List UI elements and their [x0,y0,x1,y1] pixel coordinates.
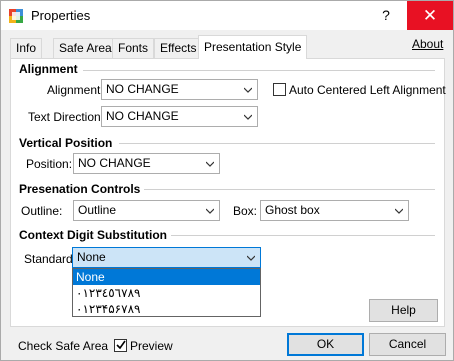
chevron-down-icon [395,208,403,214]
text-direction-label: Text Direction: [28,110,105,124]
vertical-position-divider [119,143,435,144]
text-direction-select[interactable]: NO CHANGE [101,106,258,127]
preview-label: Preview [130,339,173,353]
standard-dropdown-list: None ٠١٢٣٤٥٦٧٨٩ ۰۱۲۳۴۵۶۷۸۹ [72,268,261,317]
close-icon: ✕ [422,6,438,25]
alignment-value: NO CHANGE [106,82,179,96]
position-label: Position: [26,157,73,171]
chevron-down-icon [206,161,214,167]
checkmark-icon [116,340,126,350]
outline-value: Outline [78,203,117,217]
ok-button[interactable]: OK [287,333,364,356]
auto-center-label: Auto Centered Left Alignment [289,83,446,97]
tab-safe-area[interactable]: Safe Area [53,38,118,58]
help-title-button[interactable]: ? [373,4,399,26]
alignment-heading: Alignment [19,62,78,76]
tab-presentation-style[interactable]: Presentation Style [198,35,308,59]
alignment-label: Alignment: [47,83,104,97]
about-link[interactable]: About [412,37,443,51]
text-direction-value: NO CHANGE [106,109,179,123]
box-label: Box: [233,204,258,218]
standard-value: None [77,250,106,264]
outline-label: Outline: [21,204,63,218]
dropdown-option-none[interactable]: None [73,269,260,285]
help-button[interactable]: Help [369,299,438,322]
position-value: NO CHANGE [78,156,151,170]
chevron-down-icon [244,114,252,120]
box-select[interactable]: Ghost box [260,200,409,221]
title-bar: Properties ? ✕ [1,1,453,30]
check-safe-area-label[interactable]: Check Safe Area [18,339,108,353]
dropdown-option-arabic-indic-digits[interactable]: ٠١٢٣٤٥٦٧٨٩ [73,285,260,301]
tab-fonts[interactable]: Fonts [112,38,155,58]
dropdown-option-extended-arabic-indic-digits[interactable]: ۰۱۲۳۴۵۶۷۸۹ [73,301,260,317]
close-button[interactable]: ✕ [407,1,453,30]
properties-dialog: Properties ? ✕ Info Safe Area Fonts Effe… [0,0,454,361]
alignment-select[interactable]: NO CHANGE [101,79,258,100]
tab-effects[interactable]: Effects [154,38,203,58]
app-icon [9,9,23,23]
alignment-divider [83,70,435,71]
chevron-down-icon [247,255,255,261]
context-digit-divider [171,235,435,236]
chevron-down-icon [206,208,214,214]
auto-center-checkbox[interactable] [273,83,286,96]
cancel-button[interactable]: Cancel [369,333,446,356]
context-digit-heading: Context Digit Substitution [19,228,167,242]
presentation-controls-divider [144,189,435,190]
position-select[interactable]: NO CHANGE [73,153,220,174]
tab-info[interactable]: Info [10,38,43,58]
standard-select[interactable]: None [72,247,261,268]
window-title: Properties [31,8,91,23]
vertical-position-heading: Vertical Position [19,136,113,150]
box-value: Ghost box [265,203,320,217]
presentation-controls-heading: Presenation Controls [19,182,141,196]
outline-select[interactable]: Outline [73,200,220,221]
standard-label: Standard [24,252,73,266]
chevron-down-icon [244,87,252,93]
preview-checkbox[interactable] [114,339,127,352]
